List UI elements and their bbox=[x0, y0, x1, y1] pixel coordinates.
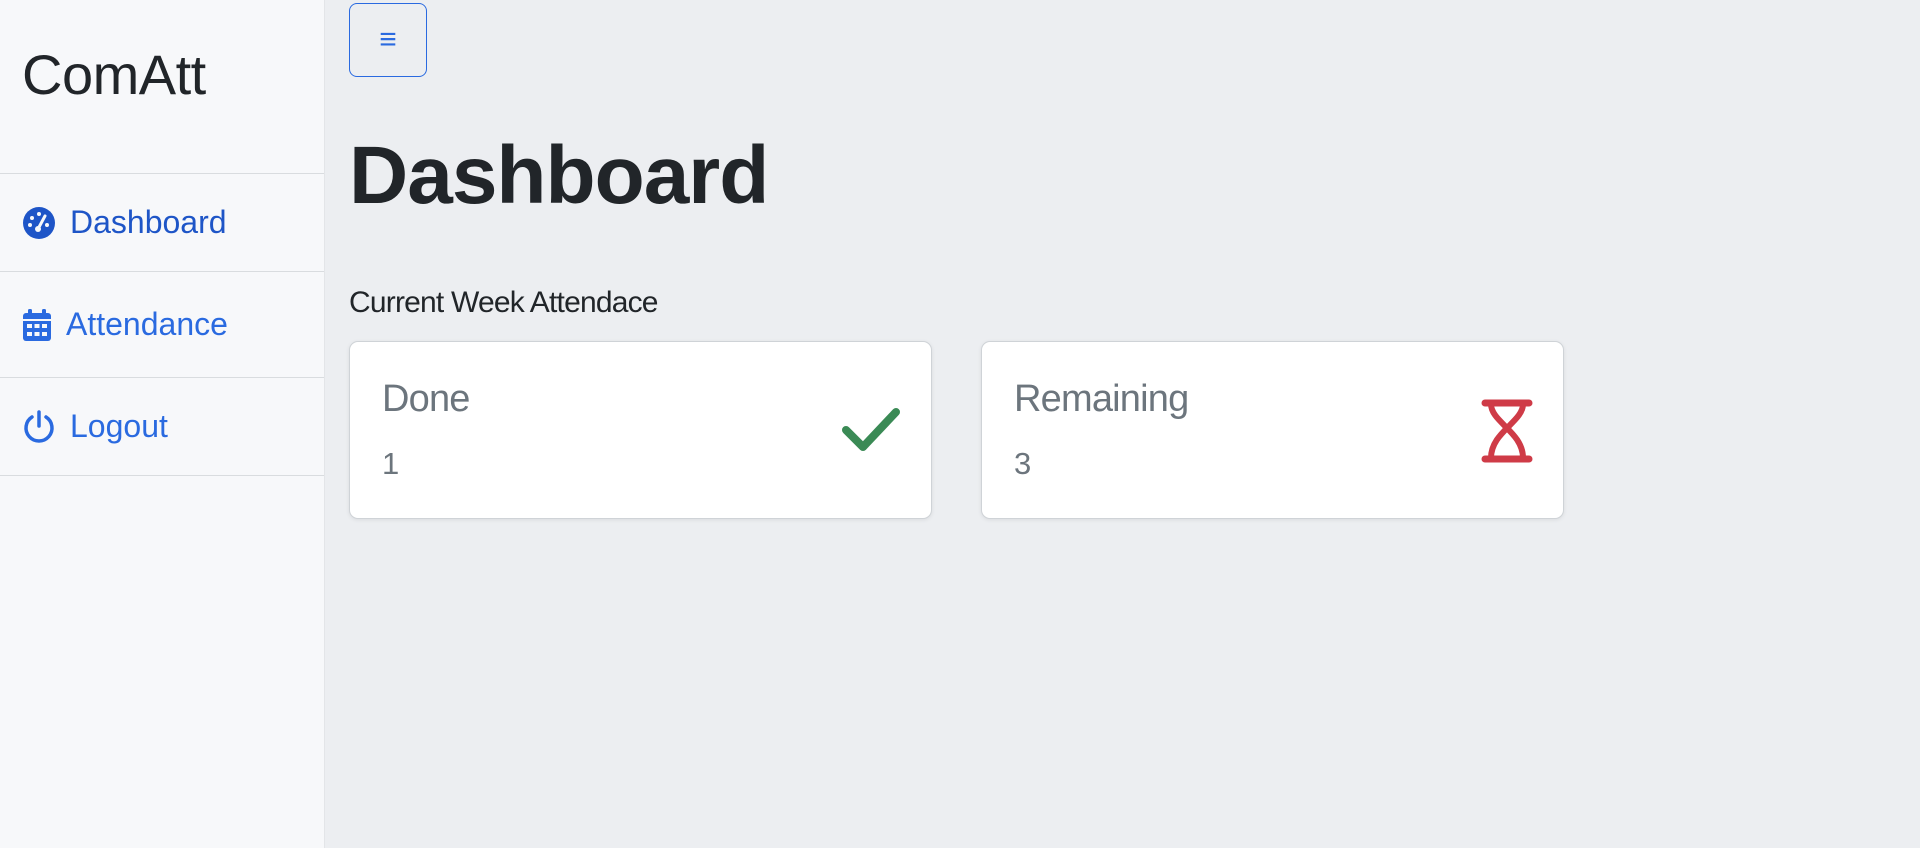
calendar-icon bbox=[22, 308, 52, 342]
card-value: 1 bbox=[382, 446, 400, 481]
sidebar-nav: Dashboard Attendance Logout bbox=[0, 174, 324, 476]
sidebar: ComAtt Dashboard Attendance Logout bbox=[0, 0, 325, 848]
brand-title: ComAtt bbox=[22, 43, 206, 106]
sidebar-item-label: Dashboard bbox=[70, 204, 227, 240]
card-title: Done bbox=[382, 378, 470, 420]
hourglass-icon bbox=[1481, 398, 1533, 464]
card-value: 3 bbox=[1014, 446, 1032, 481]
card-title: Remaining bbox=[1014, 378, 1189, 420]
sidebar-item-label: Attendance bbox=[66, 306, 228, 342]
speedometer-icon bbox=[22, 206, 56, 240]
sidebar-item-label: Logout bbox=[70, 408, 168, 444]
menu-icon: ≡ bbox=[379, 23, 397, 56]
brand: ComAtt bbox=[0, 0, 324, 174]
sidebar-item-dashboard[interactable]: Dashboard bbox=[0, 174, 324, 272]
main-content: ≡ Dashboard Current Week Attendace Done … bbox=[325, 0, 1920, 848]
power-icon bbox=[22, 409, 56, 444]
done-card: Done 1 bbox=[349, 341, 932, 519]
page-title: Dashboard bbox=[349, 130, 769, 221]
app-root: ComAtt Dashboard Attendance Logout ≡ Das… bbox=[0, 0, 1920, 848]
remaining-card: Remaining 3 bbox=[981, 341, 1564, 519]
sidebar-item-logout[interactable]: Logout bbox=[0, 378, 324, 476]
sidebar-toggle-button[interactable]: ≡ bbox=[349, 3, 427, 77]
section-label: Current Week Attendace bbox=[349, 286, 659, 319]
check-icon bbox=[841, 404, 901, 454]
sidebar-item-attendance[interactable]: Attendance bbox=[0, 272, 324, 378]
